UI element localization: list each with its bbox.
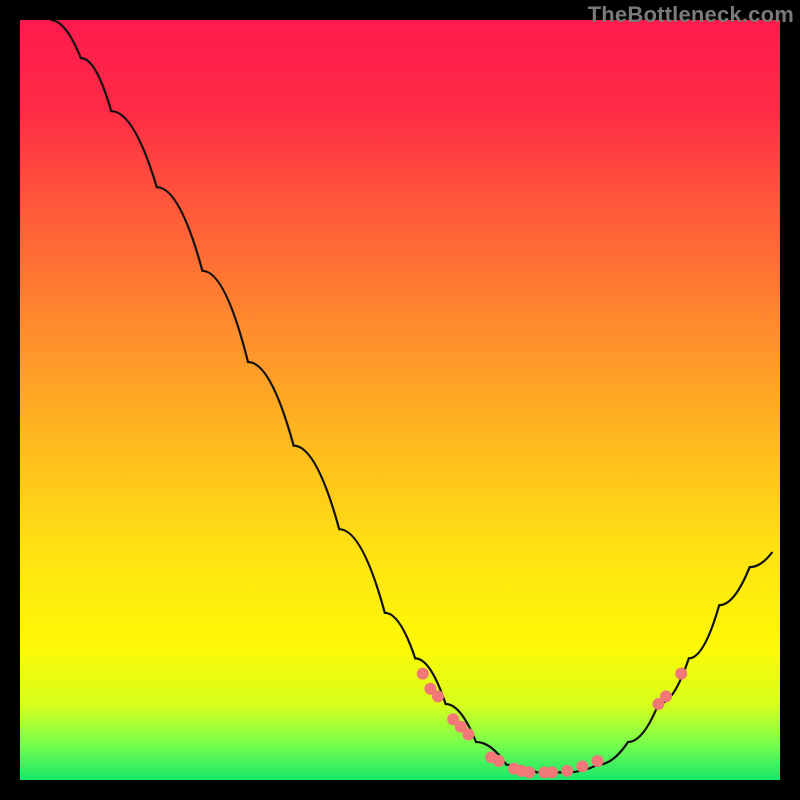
- data-marker: [523, 766, 535, 778]
- data-marker: [546, 766, 558, 778]
- data-marker: [592, 755, 604, 767]
- data-marker: [675, 668, 687, 680]
- data-marker: [462, 728, 474, 740]
- chart-svg: [20, 20, 780, 780]
- gradient-background: [20, 20, 780, 780]
- data-marker: [493, 755, 505, 767]
- data-marker: [576, 760, 588, 772]
- data-marker: [432, 690, 444, 702]
- data-marker: [660, 690, 672, 702]
- data-marker: [417, 668, 429, 680]
- data-marker: [561, 765, 573, 777]
- chart-frame: [20, 20, 780, 780]
- watermark-text: TheBottleneck.com: [588, 2, 794, 28]
